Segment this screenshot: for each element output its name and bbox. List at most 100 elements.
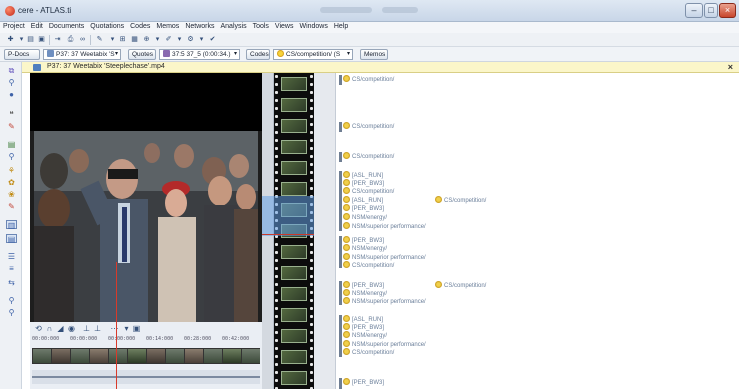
code-by-list-icon[interactable]: ⚲ (6, 152, 17, 161)
maximize-button[interactable]: □ (704, 3, 718, 18)
code-label[interactable]: NSM/energy/ (343, 331, 387, 340)
margin-view-icon[interactable]: ▥ (6, 220, 17, 230)
film-perforation (310, 259, 313, 262)
dropdown-arrow-icon[interactable]: ▾ (153, 36, 162, 44)
align-icon[interactable]: ≡ (6, 264, 17, 273)
zoom-out-icon[interactable]: ⚲ (6, 308, 17, 317)
menu-views[interactable]: Views (272, 22, 297, 30)
dropdown-arrow-icon[interactable]: ▾ (122, 324, 131, 333)
code-label[interactable]: [PER_BW3] (343, 378, 384, 387)
quotation-bracket[interactable] (339, 75, 342, 85)
thumbnail-strip[interactable] (32, 348, 260, 364)
quick-code-icon[interactable]: ⚘ (6, 166, 17, 175)
left-toolbar: ⧉ ⚲ ● ❝ ✎ ▤ ⚲ ⚘ ✿ ❀ ✎ ▥ ▤ ☰ ≡ ⇆ ⚲ ⚲ (0, 62, 22, 389)
quotation-bracket[interactable] (339, 171, 342, 231)
code-label[interactable]: [PER_BW3] (343, 204, 384, 213)
codes-button[interactable]: Codes (246, 49, 270, 60)
mark-out-icon[interactable]: ⊥ (93, 324, 102, 333)
menu-project[interactable]: Project (0, 22, 28, 30)
code-icon[interactable]: ✿ (6, 178, 17, 187)
code-label[interactable]: NSM/energy/ (343, 244, 387, 253)
snapshot-icon[interactable]: ▣ (132, 324, 141, 333)
loop-icon[interactable]: ∩ (45, 324, 54, 333)
new-project-icon[interactable]: ✚ (6, 36, 15, 44)
quote-marks-icon[interactable]: ❝ (6, 110, 17, 119)
minimize-button[interactable]: – (685, 3, 703, 18)
pdocs-button[interactable]: P-Docs (4, 49, 40, 60)
code-label[interactable]: CS/competition/ (435, 281, 486, 290)
quotation-bracket[interactable] (339, 236, 342, 268)
list-view-icon[interactable]: ▤ (6, 234, 17, 244)
code-label[interactable]: CS/competition/ (343, 152, 394, 161)
thumbnail (128, 349, 146, 363)
link-icon[interactable]: ⇆ (6, 278, 17, 287)
pen-icon[interactable]: ✐ (164, 36, 173, 44)
playhead-marker[interactable] (116, 262, 117, 389)
menu-edit[interactable]: Edit (28, 22, 46, 30)
ruler-icon[interactable]: ☰ (6, 252, 17, 261)
binoculars-icon[interactable]: ∞ (78, 36, 87, 44)
menu-analysis[interactable]: Analysis (218, 22, 250, 30)
code-label[interactable]: CS/competition/ (343, 348, 394, 357)
code-label[interactable]: CS/competition/ (435, 196, 486, 205)
menu-memos[interactable]: Memos (153, 22, 182, 30)
dropdown-arrow-icon[interactable]: ▾ (108, 36, 117, 44)
menu-windows[interactable]: Windows (296, 22, 330, 30)
comment-icon[interactable]: ● (6, 90, 17, 99)
rewind-icon[interactable]: ⟲ (34, 324, 43, 333)
quote-select[interactable]: 37:5 37_5 (0:00:34.) ▾ (159, 49, 240, 60)
close-window-button[interactable]: × (719, 3, 736, 18)
pdoc-select[interactable]: P37: 37 Weetabix 'S ▾ (43, 49, 121, 60)
menu-networks[interactable]: Networks (182, 22, 217, 30)
print-icon[interactable]: ⎙ (66, 36, 75, 44)
quotation-bracket[interactable] (339, 315, 342, 357)
menu-quotations[interactable]: Quotations (87, 22, 127, 30)
auto-code-icon[interactable]: ❀ (6, 190, 17, 199)
quotation-bracket[interactable] (339, 122, 342, 132)
network-icon[interactable]: ⊕ (142, 36, 151, 44)
menu-codes[interactable]: Codes (127, 22, 153, 30)
dropdown-arrow-icon[interactable]: ▾ (197, 36, 206, 44)
quotation-bracket[interactable] (339, 378, 342, 389)
code-label[interactable]: NSM/superior performance/ (343, 297, 426, 306)
table-icon[interactable]: ▦ (130, 36, 139, 44)
code-label[interactable]: CS/competition/ (343, 75, 394, 84)
code-icon (343, 152, 350, 159)
film-perforation (275, 291, 278, 294)
quotation-bracket[interactable] (339, 152, 342, 162)
audio-waveform[interactable] (32, 370, 260, 384)
volume-icon[interactable]: ◢ (56, 324, 65, 333)
code-in-vivo-icon[interactable]: ✎ (6, 122, 17, 131)
close-document-button[interactable]: × (728, 62, 733, 72)
code-label[interactable]: CS/competition/ (343, 261, 394, 270)
dropdown-arrow-icon[interactable]: ▾ (17, 36, 26, 44)
zoom-dropdown-icon[interactable]: ⋯ (110, 324, 119, 333)
save-icon[interactable]: ▣ (37, 36, 46, 44)
query-tool-icon[interactable]: ⊞ (118, 36, 127, 44)
paintbrush-icon[interactable]: ✔ (208, 36, 217, 44)
quotation-bracket[interactable] (339, 281, 342, 305)
memos-button[interactable]: Memos (360, 49, 388, 60)
menu-help[interactable]: Help (331, 22, 351, 30)
code-label[interactable]: CS/competition/ (343, 187, 394, 196)
mark-in-icon[interactable]: ⊥ (82, 324, 91, 333)
code-label[interactable]: NSM/energy/ (343, 213, 387, 222)
code-list-icon[interactable]: ▤ (6, 140, 17, 149)
menu-tools[interactable]: Tools (250, 22, 272, 30)
code-select[interactable]: CS/competition/ (S ▾ (273, 49, 353, 60)
add-document-icon[interactable]: ⇥ (53, 36, 62, 44)
settings-icon[interactable]: ⚙ (186, 36, 195, 44)
record-icon[interactable]: ◉ (67, 324, 76, 333)
quotation-icon[interactable]: ⧉ (6, 66, 17, 75)
open-folder-icon[interactable]: ▤ (26, 36, 35, 44)
editor-icon[interactable]: ✎ (95, 36, 104, 44)
video-frame[interactable] (34, 131, 258, 339)
menu-documents[interactable]: Documents (46, 22, 87, 30)
search-icon[interactable]: ⚲ (6, 78, 17, 87)
code-label[interactable]: NSM/superior performance/ (343, 222, 426, 231)
code-label[interactable]: CS/competition/ (343, 122, 394, 131)
memo-icon[interactable]: ✎ (6, 202, 17, 211)
dropdown-arrow-icon[interactable]: ▾ (175, 36, 184, 44)
quotes-button[interactable]: Quotes (128, 49, 156, 60)
zoom-in-icon[interactable]: ⚲ (6, 296, 17, 305)
